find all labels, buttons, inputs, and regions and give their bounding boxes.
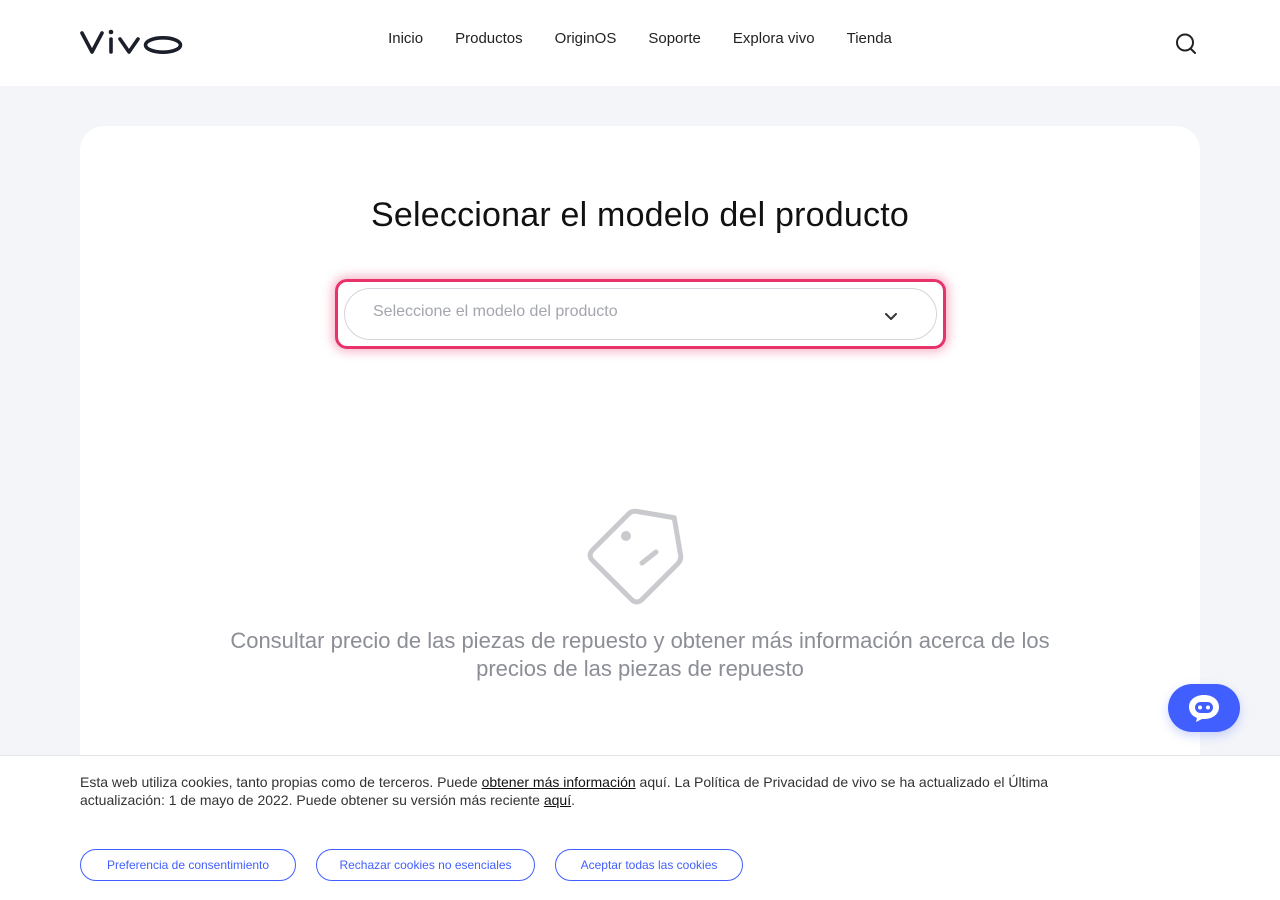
nav-item-inicio[interactable]: Inicio (388, 30, 423, 47)
nav-item-originos[interactable]: OriginOS (555, 30, 617, 47)
chevron-down-icon (881, 306, 901, 326)
main-nav: Inicio Productos OriginOS Soporte Explor… (0, 30, 1280, 47)
cookie-text-part: . (571, 792, 575, 808)
chatbot-icon (1189, 695, 1219, 722)
nav-item-tienda[interactable]: Tienda (847, 30, 892, 47)
nav-item-explora-vivo[interactable]: Explora vivo (733, 30, 815, 47)
cookie-banner: Esta web utiliza cookies, tanto propias … (0, 755, 1280, 900)
site-header: Inicio Productos OriginOS Soporte Explor… (0, 0, 1280, 86)
search-icon[interactable] (1172, 30, 1200, 58)
accept-all-cookies-button[interactable]: Aceptar todas las cookies (555, 849, 743, 881)
reject-cookies-button[interactable]: Rechazar cookies no esenciales (316, 849, 535, 881)
tag-face-icon (586, 496, 696, 606)
privacy-policy-link[interactable]: aquí (544, 792, 571, 808)
chat-assistant-button[interactable] (1168, 684, 1240, 732)
empty-state-message: Consultar precio de las piezas de repues… (230, 628, 1050, 681)
nav-item-productos[interactable]: Productos (455, 30, 523, 47)
more-info-link[interactable]: obtener más información (482, 774, 636, 790)
product-model-select[interactable]: Seleccione el modelo del producto (344, 288, 937, 340)
cookie-text-part: Esta web utiliza cookies, tanto propias … (80, 774, 482, 790)
select-placeholder: Seleccione el modelo del producto (373, 303, 618, 320)
page-title: Seleccionar el modelo del producto (371, 196, 909, 234)
nav-item-soporte[interactable]: Soporte (648, 30, 701, 47)
cookie-notice-text: Esta web utiliza cookies, tanto propias … (80, 773, 1120, 809)
consent-preferences-button[interactable]: Preferencia de consentimiento (80, 849, 296, 881)
